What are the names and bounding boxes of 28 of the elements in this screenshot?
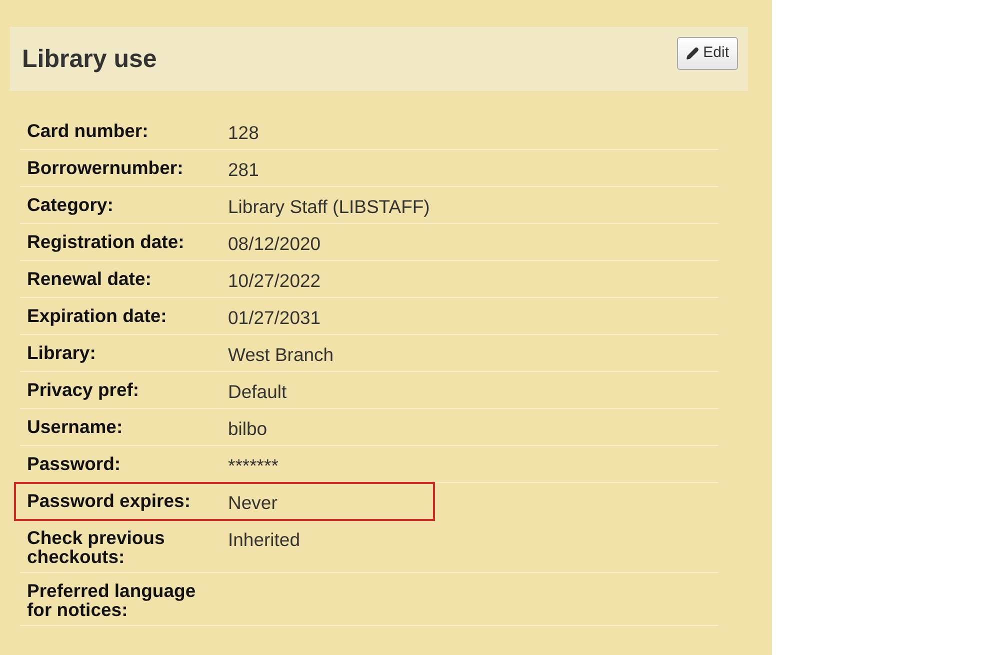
field-value: 01/27/2031 xyxy=(228,306,321,328)
field-label: Check previous checkouts: xyxy=(27,526,166,566)
field-value: Library Staff (LIBSTAFF) xyxy=(228,195,430,217)
field-label: Password expires: xyxy=(27,489,192,513)
field-label: Renewal date: xyxy=(27,267,152,291)
field-label: Privacy pref: xyxy=(27,378,140,402)
field-value: Inherited xyxy=(228,528,300,552)
field-label: Category: xyxy=(27,193,114,217)
pencil-icon xyxy=(686,47,700,60)
field-label: Registration date: xyxy=(27,230,186,254)
field-label: Card number: xyxy=(27,119,150,143)
field-value: 10/27/2022 xyxy=(228,269,321,291)
field-value: ******* xyxy=(228,454,278,476)
field-label: Expiration date: xyxy=(27,304,168,328)
panel-title: Library use xyxy=(22,44,157,76)
field-value: Never xyxy=(228,491,278,513)
field-label: Borrowernumber: xyxy=(27,156,184,180)
edit-button[interactable]: Edit xyxy=(677,37,738,70)
field-label: Library: xyxy=(27,341,97,365)
field-value: West Branch xyxy=(228,343,334,365)
field-label: Password: xyxy=(27,452,122,476)
field-label: Preferred language for notices: xyxy=(27,579,197,619)
field-value: bilbo xyxy=(228,417,268,439)
field-label: Username: xyxy=(27,415,124,439)
field-value: 128 xyxy=(228,121,259,143)
field-value: 281 xyxy=(228,158,259,180)
field-value: Default xyxy=(228,380,287,402)
field-value: 08/12/2020 xyxy=(228,232,321,254)
